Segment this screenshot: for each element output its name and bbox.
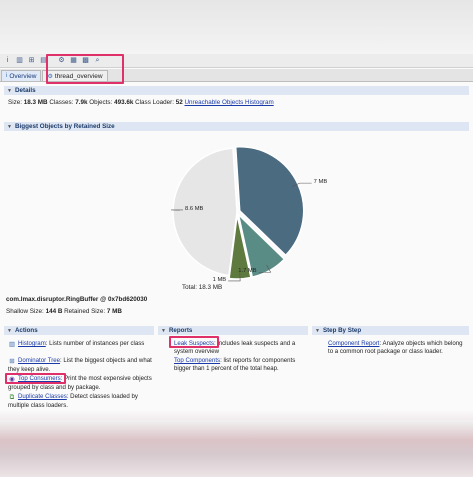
actions-header[interactable]: ▼ Actions (4, 326, 154, 335)
shallow-value: 144 B (45, 308, 63, 315)
action-histogram: ▥ Histogram: Lists number of instances pe… (8, 340, 154, 349)
dominator-tree-icon: ⊞ (9, 358, 15, 365)
pie-slice-label: 7 MB (313, 179, 328, 186)
dominator-tree-link[interactable]: Dominator Tree (18, 357, 60, 364)
action-duplicate-classes: ⧉ Duplicate Classes: Detect classes loade… (8, 393, 154, 410)
duplicate-classes-icon: ⧉ (9, 394, 15, 401)
top-components-link[interactable]: Top Components (174, 357, 220, 364)
pie-slice-label: 1.7 MB (238, 268, 257, 275)
retained-label: Retained Size: (64, 308, 106, 315)
pie-total: Total: 18.3 MB (182, 284, 223, 291)
step-component-report: Component Report: Analyze objects which … (328, 340, 464, 355)
reports-title: Reports (168, 327, 193, 334)
screenshot-frame: i ▥ ⊞ ▤ ⚙ ▦ ▩ ⌕ i Overview ⚙ thread_over… (0, 0, 473, 477)
pie-slices (172, 146, 305, 280)
selected-object-name: com.lmax.disruptor.RingBuffer @ 0x7bd620… (6, 296, 148, 303)
retained-value: 7 MB (106, 308, 122, 315)
shallow-label: Shallow Size: (6, 308, 44, 315)
histogram-desc: : Lists number of instances per class (45, 340, 145, 347)
pie-slice[interactable] (172, 147, 238, 277)
collapse-triangle-icon: ▼ (161, 327, 166, 334)
histogram-link[interactable]: Histogram (18, 340, 46, 347)
highlight-box-top-consumers (5, 373, 66, 384)
actions-title: Actions (14, 327, 38, 334)
highlight-box-leak-suspects (169, 336, 219, 348)
step-by-step-header[interactable]: ▼ Step By Step (312, 326, 469, 335)
report-top-components: Top Components: list reports for compone… (174, 357, 306, 372)
duplicate-classes-link[interactable]: Duplicate Classes (18, 393, 67, 400)
step-by-step-title: Step By Step (322, 327, 362, 334)
component-report-link[interactable]: Component Report (328, 340, 380, 347)
action-dominator-tree: ⊞ Dominator Tree: List the biggest object… (8, 357, 154, 374)
reports-header[interactable]: ▼ Reports (158, 326, 308, 335)
pie-slice-label: 8.6 MB (185, 205, 204, 212)
selected-object-sizes: Shallow Size: 144 B Retained Size: 7 MB (6, 308, 122, 315)
histogram-icon: ▥ (8, 341, 16, 348)
collapse-triangle-icon: ▼ (7, 327, 12, 334)
collapse-triangle-icon: ▼ (315, 327, 320, 334)
pie-slice-label: 1 MB (212, 276, 227, 283)
